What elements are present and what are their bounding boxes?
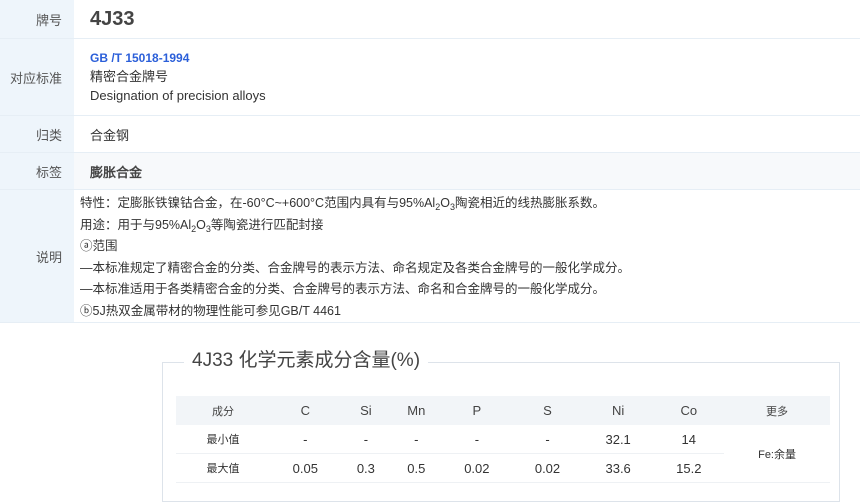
standard-code-link[interactable]: GB /T 15018-1994 [90, 49, 860, 67]
category-value: 合金钢 [90, 127, 130, 143]
description-scope-line1: —本标准规定了精密合金的分类、合金牌号的表示方法、命名规定及各类合金牌号的一般化… [80, 260, 631, 275]
composition-table: 成分 C Si Mn P S Ni Co 更多 最小值 - - - - - 32… [176, 396, 830, 483]
header-c: C [270, 396, 341, 425]
table-row: 最小值 - - - - - 32.1 14 Fe:余量 [176, 425, 830, 461]
cell-min-c: - [303, 431, 308, 447]
cell-more: Fe:余量 [758, 448, 796, 461]
header-si: Si [340, 396, 392, 425]
description-scope-heading: ⓐ范围 [80, 239, 118, 253]
composition-header-row: 成分 C Si Mn P S Ni Co 更多 [176, 396, 830, 425]
cell-min-co: 14 [681, 431, 697, 447]
description-properties: 特性：定膨胀铁镍钴合金，在-60°C~+600°C范围内具有与95%Al2O3陶… [80, 196, 605, 212]
alloy-info-table: 牌号 4J33 对应标准 GB /T 15018-1994 精密合金牌号 Des… [0, 0, 860, 323]
grade-value: 4J33 [90, 7, 135, 30]
header-p: P [441, 396, 513, 425]
description-scope-line2: —本标准适用于各类精密合金的分类、合金牌号的表示方法、命名和合金牌号的一般化学成… [80, 282, 606, 296]
description-label: 说明 [0, 190, 74, 322]
cell-max-s: 0.02 [534, 460, 561, 476]
cell-max-mn: 0.5 [407, 460, 426, 476]
header-ni: Ni [582, 396, 654, 425]
description-row: 说明 特性：定膨胀铁镍钴合金，在-60°C~+600°C范围内具有与95%Al2… [0, 190, 860, 323]
composition-title: 4J33 化学元素成分含量(%) [184, 348, 429, 374]
grade-label: 牌号 [0, 0, 74, 38]
cell-max-ni: 33.6 [605, 460, 631, 476]
category-row: 归类 合金钢 [0, 116, 860, 153]
row-label-max: 最大值 [206, 463, 240, 475]
cell-max-si: 0.3 [356, 460, 375, 476]
standard-name-cn: 精密合金牌号 [90, 69, 169, 84]
header-co: Co [653, 396, 725, 425]
standard-name-en: Designation of precision alloys [90, 88, 266, 103]
header-mn: Mn [391, 396, 442, 425]
cell-min-s: - [545, 431, 550, 447]
cell-max-co: 15.2 [676, 460, 702, 476]
description-usage: 用途：用于与95%Al2O3等陶瓷进行匹配封接 [80, 217, 324, 234]
cell-min-p: - [474, 431, 480, 447]
tag-row: 标签 膨胀合金 [0, 153, 860, 190]
row-label-min: 最小值 [206, 434, 240, 446]
tag-label: 标签 [0, 153, 74, 189]
cell-max-c: 0.05 [292, 460, 318, 476]
grade-row: 牌号 4J33 [0, 0, 860, 39]
standard-value: GB /T 15018-1994 精密合金牌号 Designation of p… [74, 39, 860, 115]
cell-min-si: - [363, 431, 369, 447]
tag-value[interactable]: 膨胀合金 [74, 153, 860, 189]
cell-min-mn: - [414, 431, 419, 447]
standard-label: 对应标准 [0, 39, 74, 115]
standard-row: 对应标准 GB /T 15018-1994 精密合金牌号 Designation… [0, 39, 860, 116]
header-component: 成分 [176, 396, 270, 425]
description-note: ⓑ5J热双金属带材的物理性能可参见GB/T 4461 [80, 303, 341, 318]
cell-min-ni: 32.1 [605, 431, 631, 447]
category-label: 归类 [0, 116, 74, 152]
cell-max-p: 0.02 [464, 460, 490, 476]
description-value: 特性：定膨胀铁镍钴合金，在-60°C~+600°C范围内具有与95%Al2O3陶… [74, 190, 860, 322]
header-more: 更多 [724, 396, 830, 425]
header-s: S [512, 396, 583, 425]
